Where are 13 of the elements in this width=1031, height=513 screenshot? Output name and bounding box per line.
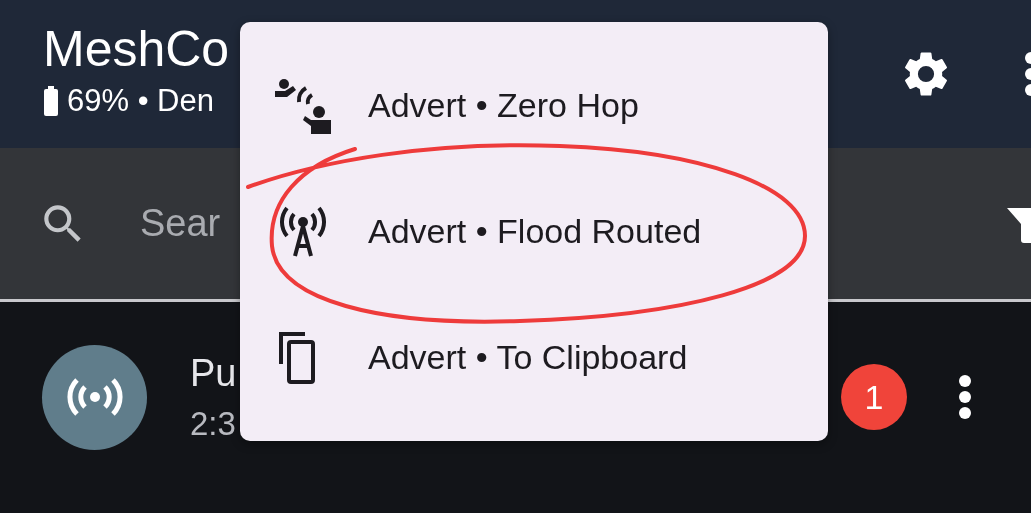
menu-item[interactable]: Advert • Zero Hop	[240, 42, 828, 169]
battery-icon	[43, 86, 59, 116]
contact-name: Pu	[190, 351, 237, 395]
status-text: 69% • Den	[67, 83, 214, 119]
menu-item[interactable]: Advert • To Clipboard	[240, 294, 828, 421]
people-signal-icon	[275, 77, 331, 134]
search-field[interactable]: Sear	[138, 201, 242, 246]
broadcast-icon	[66, 377, 123, 417]
menu-item[interactable]: Advert • Flood Routed	[240, 168, 828, 295]
more-icon[interactable]	[957, 373, 973, 421]
app-title: MeshCo	[43, 21, 231, 77]
unread-badge: 1	[841, 364, 907, 430]
message-time: 2:3	[190, 404, 236, 443]
